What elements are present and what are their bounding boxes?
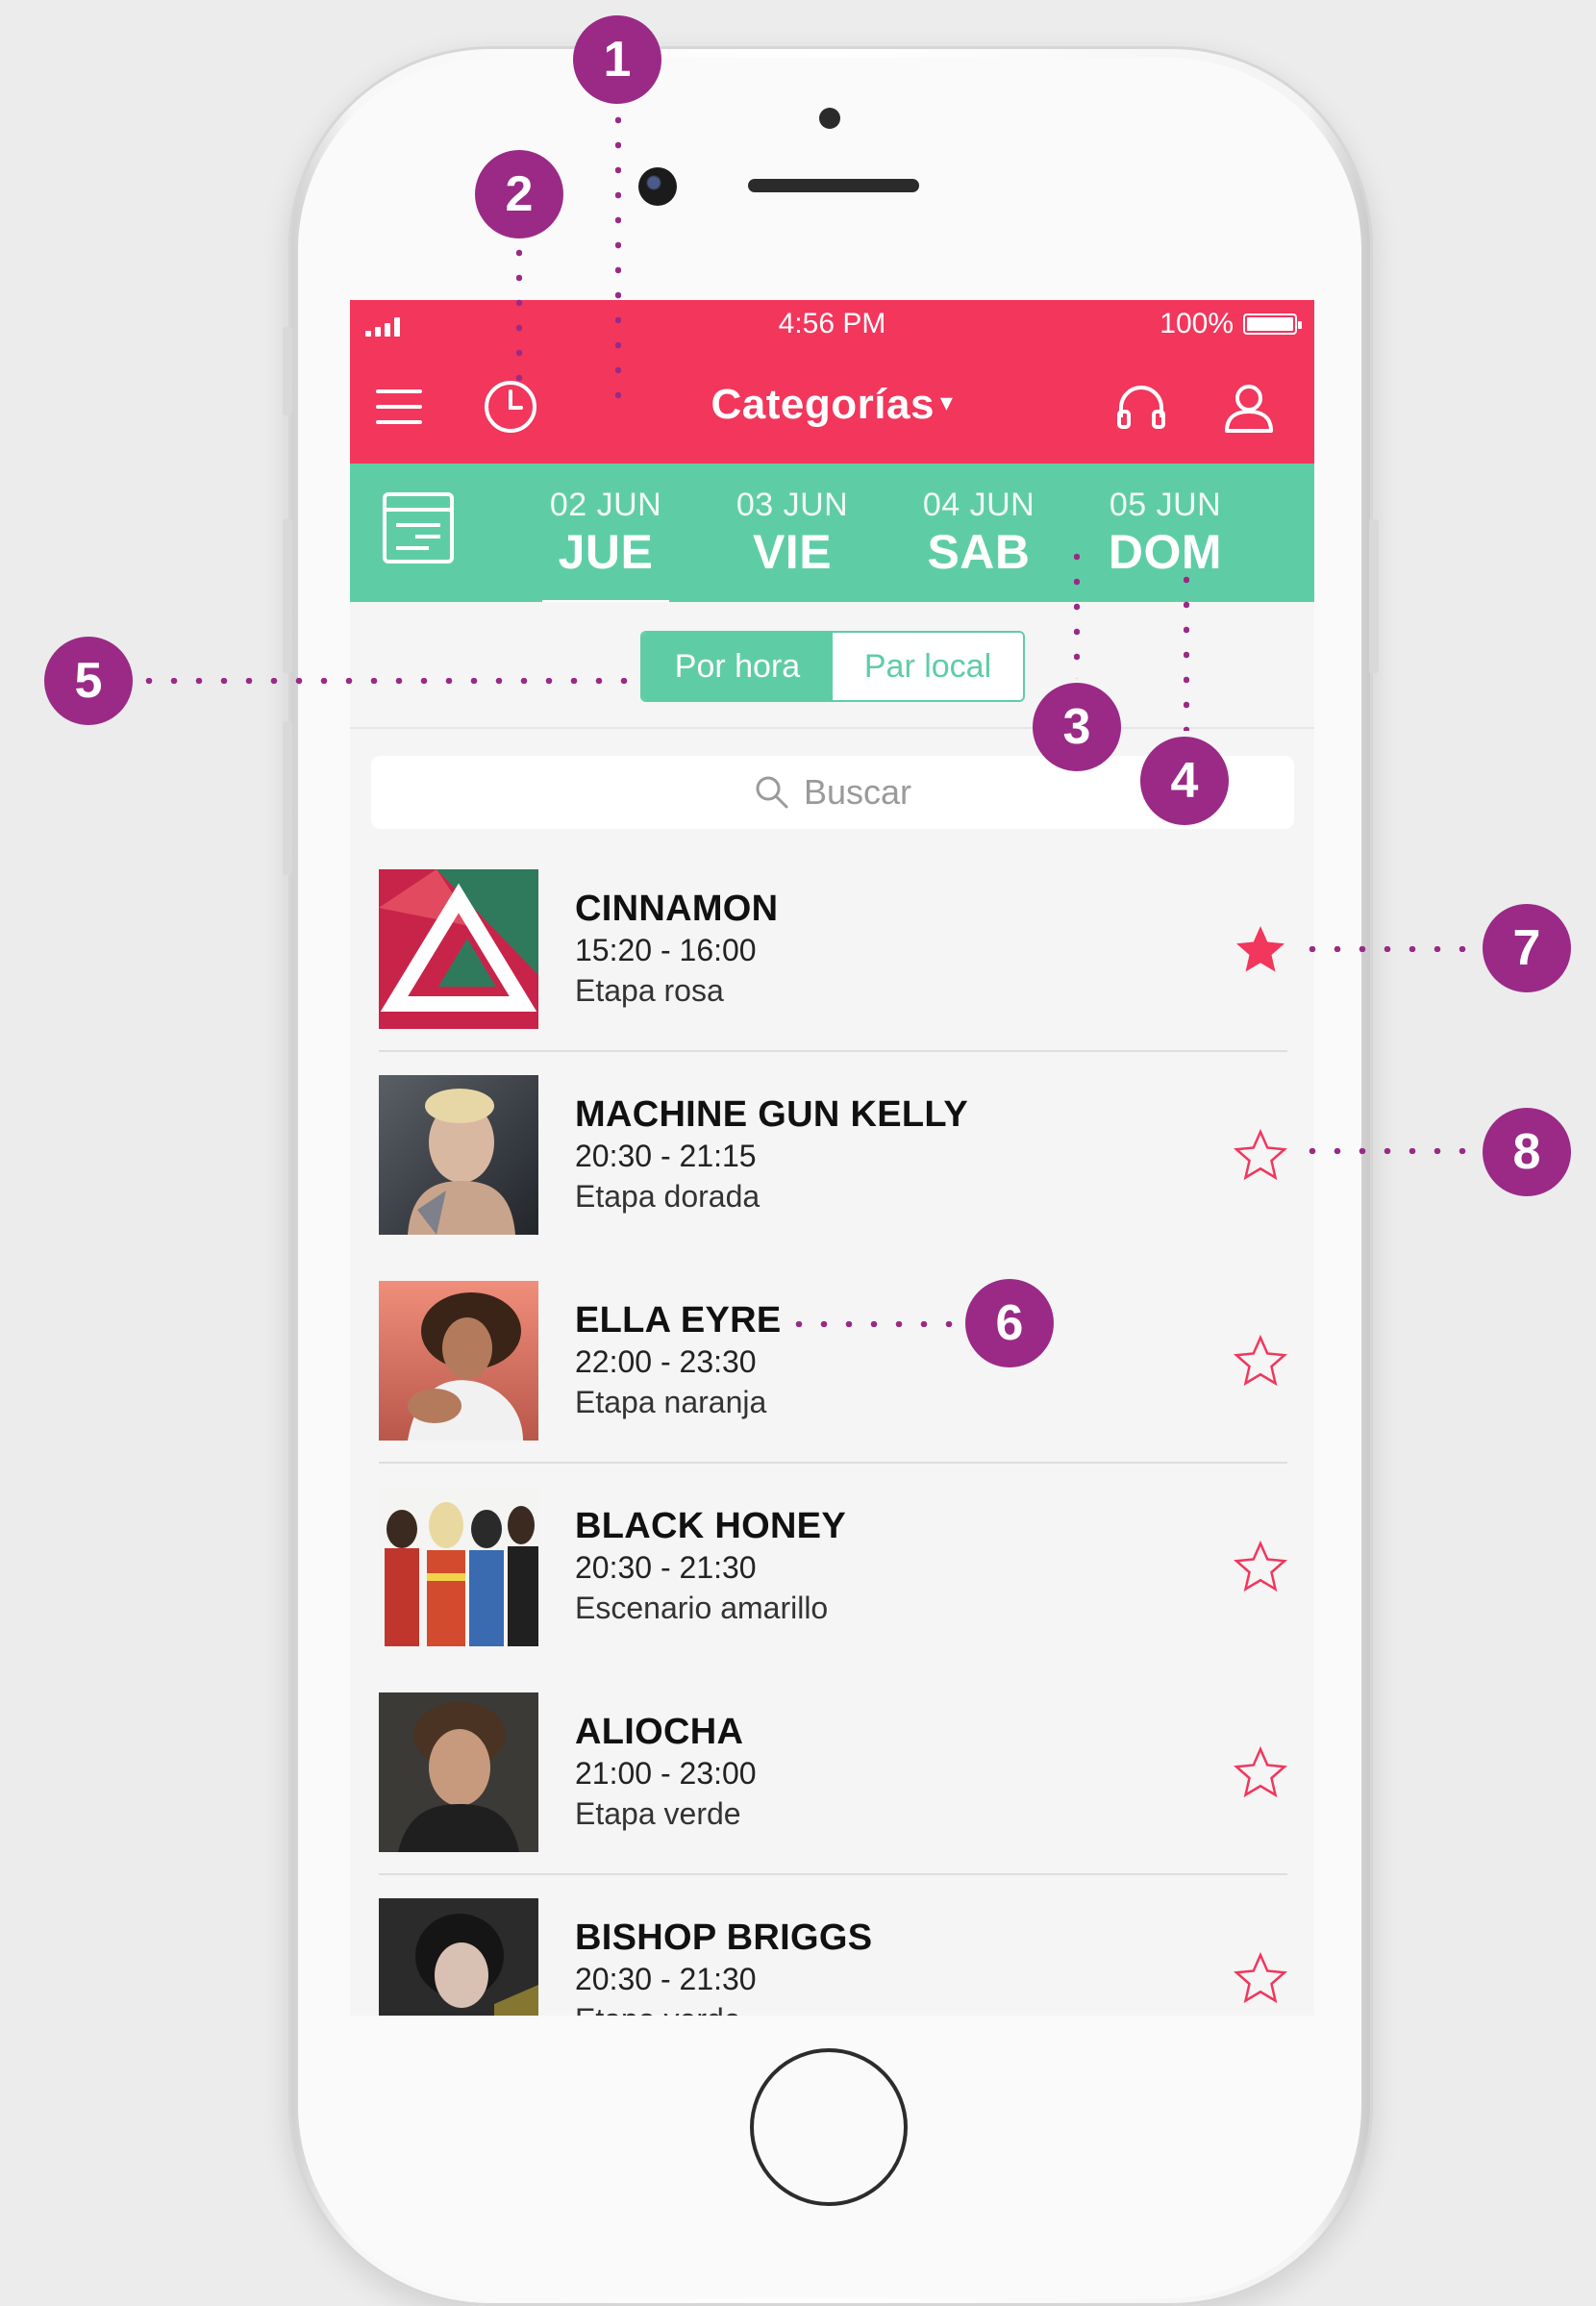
artist-name: BISHOP BRIGGS	[575, 1917, 873, 1958]
star-outline-icon[interactable]	[1232, 1333, 1289, 1391]
callout-badge-7: 7	[1483, 904, 1571, 992]
star-filled-icon[interactable]	[1232, 921, 1289, 979]
day-tab-vie[interactable]: 03 JUN VIE	[725, 487, 860, 580]
caret-down-icon: ▾	[939, 388, 954, 416]
artist-name: ALIOCHA	[575, 1712, 744, 1752]
artist-stage: Etapa verde	[575, 1796, 741, 1831]
day-tab-jue[interactable]: 02 JUN JUE	[538, 487, 673, 604]
callout-1-leader	[615, 108, 621, 404]
day-date: 05 JUN	[1109, 487, 1222, 523]
volume-down-button	[283, 721, 292, 875]
home-button[interactable]	[750, 2048, 908, 2206]
callout-badge-8: 8	[1483, 1108, 1571, 1196]
list-item[interactable]: ALIOCHA 21:00 - 23:00 Etapa verde	[350, 1691, 1314, 1896]
app-screen: 4:56 PM 100% Categorías ▾ 02 JUN JUE 03 …	[350, 300, 1314, 2016]
day-name: DOM	[1108, 525, 1223, 579]
date-bar: 02 JUN JUE 03 JUN VIE 04 JUN SAB 05 JUN …	[350, 464, 1314, 604]
categories-dropdown[interactable]: Categorías ▾	[350, 381, 1314, 429]
callout-4-leader	[1184, 567, 1189, 731]
artist-photo	[379, 1281, 538, 1441]
artist-name: ELLA EYRE	[575, 1300, 782, 1341]
artist-name: BLACK HONEY	[575, 1506, 846, 1546]
callout-3-leader	[1074, 544, 1080, 679]
callout-badge-2: 2	[475, 150, 563, 238]
star-outline-icon[interactable]	[1232, 1744, 1289, 1802]
segment-by-hour[interactable]: Por hora	[642, 633, 833, 700]
artist-time: 20:30 - 21:30	[575, 1962, 757, 1996]
row-divider	[379, 1873, 1287, 1875]
callout-badge-6: 6	[965, 1279, 1054, 1367]
view-mode-segmented-control: Por hora Par local	[640, 631, 1025, 702]
artist-stage: Etapa rosa	[575, 973, 724, 1008]
list-item[interactable]: MACHINE GUN KELLY 20:30 - 21:15 Etapa do…	[350, 1073, 1314, 1279]
callout-7-leader	[1300, 946, 1475, 952]
callout-2-leader	[516, 240, 522, 385]
day-date: 04 JUN	[922, 487, 1035, 523]
day-date: 02 JUN	[549, 487, 662, 523]
earpiece-speaker	[748, 179, 919, 192]
artist-stage: Etapa naranja	[575, 1385, 767, 1419]
artist-name: CINNAMON	[575, 889, 779, 929]
artist-stage: Escenario amarillo	[575, 1591, 829, 1625]
artist-stage: Etapa verde	[575, 2002, 741, 2016]
callout-badge-3: 3	[1033, 683, 1121, 771]
callout-badge-4: 4	[1140, 737, 1229, 825]
callout-badge-1: 1	[573, 15, 661, 104]
proximity-sensor	[819, 108, 840, 129]
artist-time: 21:00 - 23:00	[575, 1756, 757, 1791]
list-item[interactable]: CINNAMON 15:20 - 16:00 Etapa rosa	[350, 867, 1314, 1073]
callout-badge-5: 5	[44, 637, 133, 725]
callout-6-leader	[786, 1321, 956, 1327]
star-outline-icon[interactable]	[1232, 1539, 1289, 1596]
user-icon[interactable]	[1221, 379, 1277, 435]
day-name: VIE	[752, 525, 833, 579]
artist-time: 22:00 - 23:30	[575, 1344, 757, 1379]
search-icon	[756, 776, 788, 809]
artist-time: 20:30 - 21:15	[575, 1139, 757, 1173]
artist-photo	[379, 1075, 538, 1235]
headphones-icon[interactable]	[1113, 379, 1169, 435]
nav-title: Categorías	[711, 381, 935, 428]
mute-switch	[283, 327, 292, 415]
callout-5-leader	[137, 678, 644, 684]
list-item[interactable]: ELLA EYRE 22:00 - 23:30 Etapa naranja	[350, 1279, 1314, 1485]
artist-name: MACHINE GUN KELLY	[575, 1094, 969, 1135]
volume-up-button	[283, 519, 292, 673]
segment-by-place[interactable]: Par local	[833, 633, 1023, 700]
battery-indicator: 100%	[1160, 308, 1302, 340]
day-tab-dom[interactable]: 05 JUN DOM	[1098, 487, 1233, 580]
view-mode-section: Por hora Par local	[350, 602, 1314, 729]
artist-time: 15:20 - 16:00	[575, 933, 757, 967]
artist-time: 20:30 - 21:30	[575, 1550, 757, 1585]
battery-icon	[1243, 313, 1302, 335]
front-camera	[638, 167, 677, 206]
row-divider	[379, 1050, 1287, 1052]
row-divider	[379, 1462, 1287, 1464]
day-tab-sab[interactable]: 04 JUN SAB	[911, 487, 1046, 580]
star-outline-icon[interactable]	[1232, 1950, 1289, 2008]
nav-bar: Categorías ▾	[350, 350, 1314, 464]
day-name: SAB	[927, 525, 1031, 579]
callout-8-leader	[1300, 1148, 1475, 1154]
power-button	[1369, 519, 1379, 673]
day-name: JUE	[558, 525, 654, 579]
search-placeholder: Buscar	[803, 772, 912, 812]
day-date: 03 JUN	[736, 487, 849, 523]
status-bar: 4:56 PM 100%	[350, 300, 1314, 350]
artist-stage: Etapa dorada	[575, 1179, 761, 1214]
list-item[interactable]: BISHOP BRIGGS 20:30 - 21:30 Etapa verde	[350, 1896, 1314, 2016]
schedule-icon[interactable]	[381, 490, 456, 565]
list-item[interactable]: BLACK HONEY 20:30 - 21:30 Escenario amar…	[350, 1485, 1314, 1691]
star-outline-icon[interactable]	[1232, 1127, 1289, 1185]
artist-photo	[379, 1487, 538, 1646]
artist-photo	[379, 1898, 538, 2016]
artist-thumbnail	[379, 869, 538, 1029]
artist-photo	[379, 1692, 538, 1852]
battery-percent: 100%	[1160, 308, 1234, 339]
